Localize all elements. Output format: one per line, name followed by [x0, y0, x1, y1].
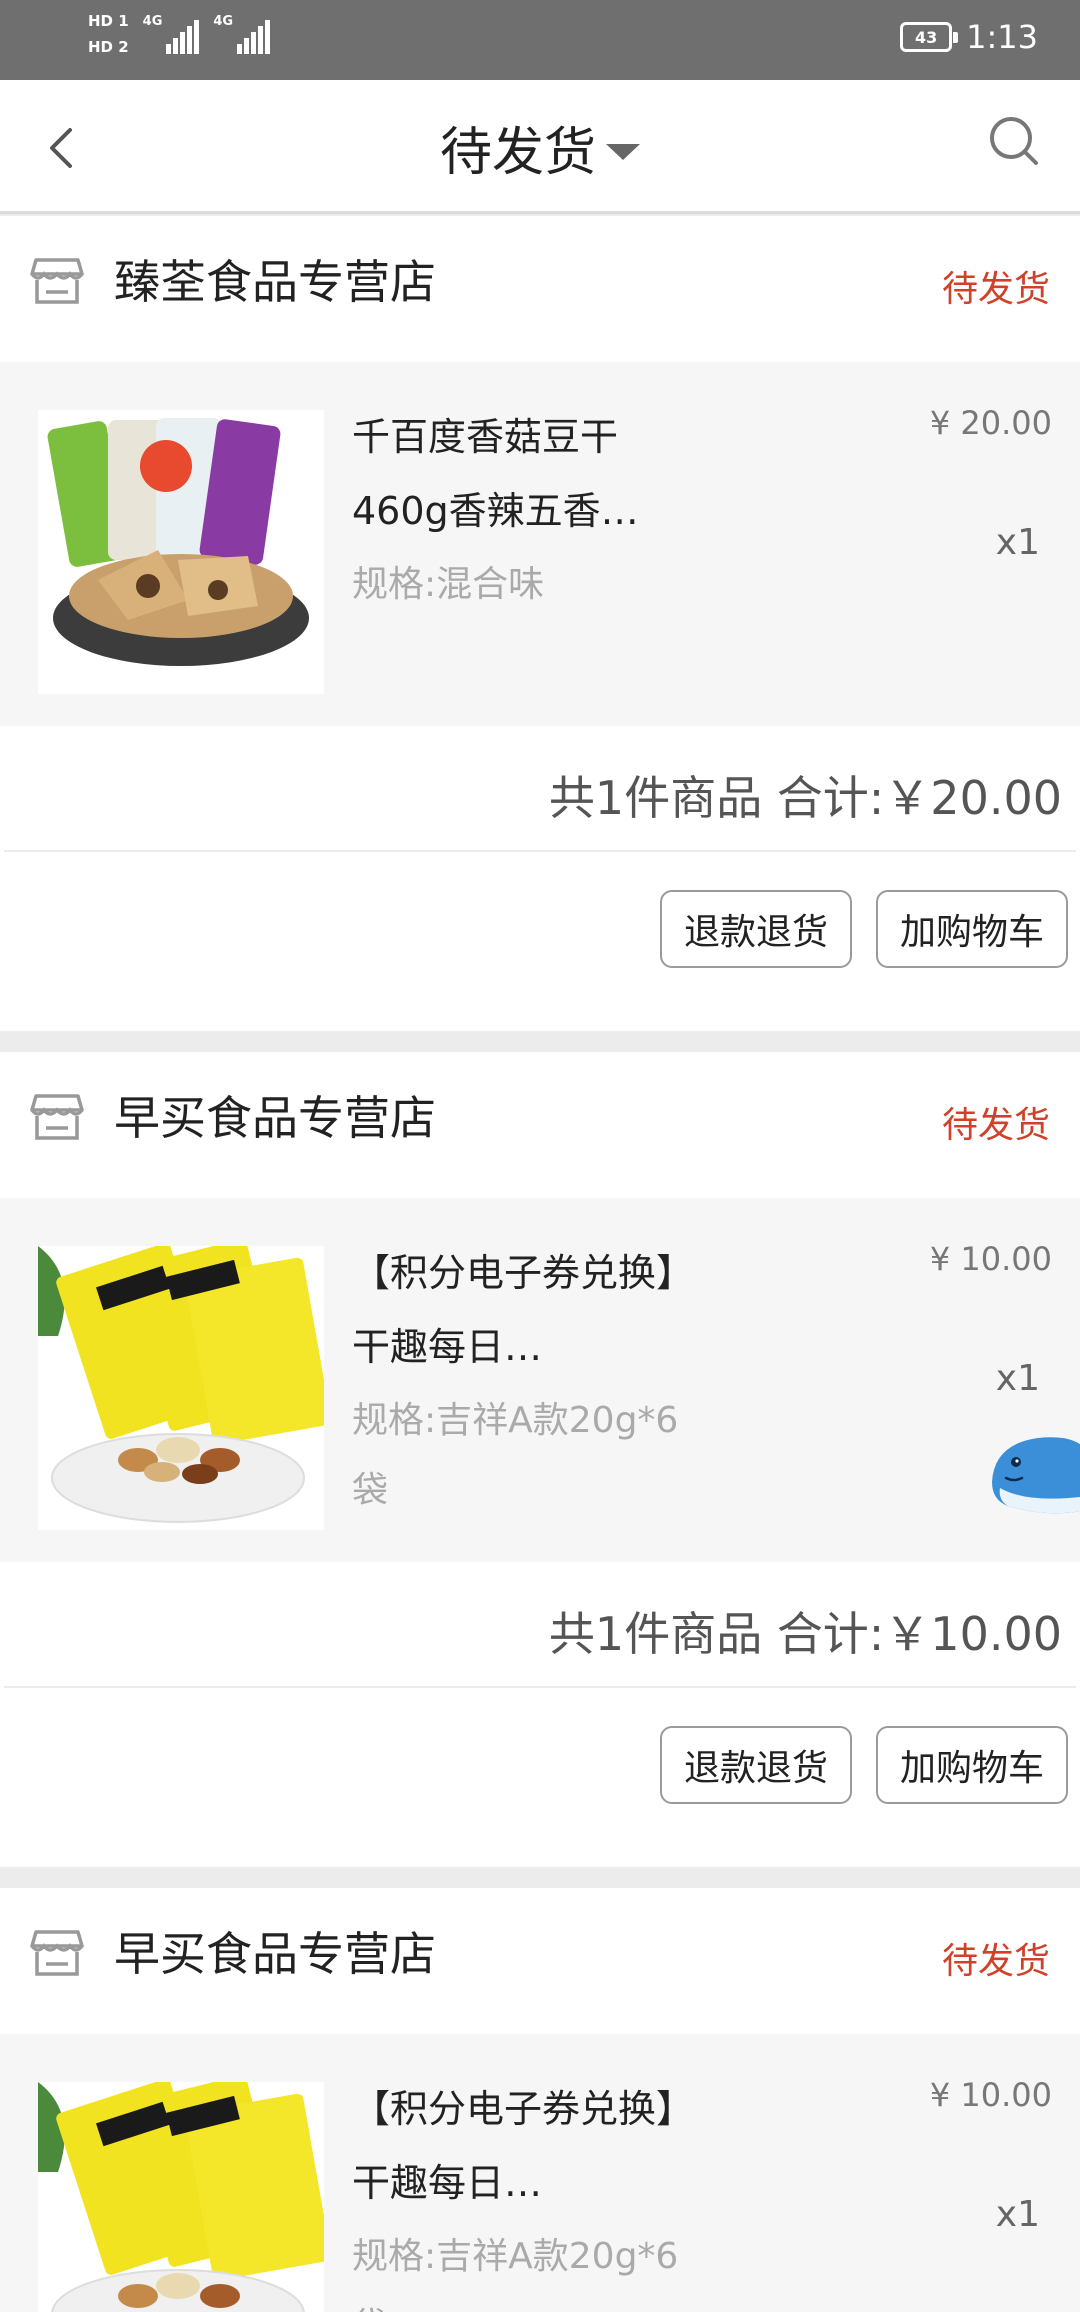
- refund-button[interactable]: 退款退货: [660, 1726, 852, 1804]
- sim-labels: HD 1 HD 2: [88, 10, 129, 58]
- order-status: 待发货: [941, 1105, 1050, 1146]
- network-type: 4G: [142, 14, 163, 29]
- product-image: [38, 1246, 324, 1530]
- whale-icon: [992, 1437, 1080, 1514]
- order-actions: 退款退货 加购物车: [4, 854, 1076, 978]
- floating-assistant-button[interactable]: [988, 1422, 1080, 1516]
- shop-name: 早买食品专营店: [114, 1927, 436, 1981]
- product-spec: 规格:吉祥A款20g*6袋: [352, 2236, 679, 2312]
- product-image: [38, 410, 324, 694]
- signal-area: HD 1 HD 2 4G 4G: [88, 10, 271, 58]
- search-icon: [990, 117, 1038, 165]
- sim1-label: HD 1: [88, 12, 129, 30]
- product-image: [38, 2082, 324, 2312]
- search-button[interactable]: [984, 112, 1044, 172]
- clock: 1:13: [966, 18, 1038, 56]
- product-price: ¥ 10.00: [929, 1240, 1052, 1278]
- store-icon: [30, 1930, 84, 1976]
- order-total-row: 共1件商品 合计:￥20.00: [4, 726, 1076, 852]
- store-icon: [30, 258, 84, 304]
- shop-row[interactable]: 臻荃食品专营店 待发货: [0, 216, 1080, 362]
- shop-name: 早买食品专营店: [114, 1091, 436, 1145]
- order-total: 共1件商品 合计:￥10.00: [548, 1607, 1062, 1661]
- product-spec: 规格:混合味: [352, 564, 545, 605]
- signal-icon-2: 4G: [213, 14, 271, 54]
- order-item[interactable]: 【积分电子券兑换】干趣每日… 规格:吉祥A款20g*6袋 ¥ 10.00 x1: [0, 1198, 1080, 1562]
- order-total-row: 共1件商品 合计:￥10.00: [4, 1562, 1076, 1688]
- signal-icon: 4G: [143, 14, 200, 54]
- product-title: 【积分电子券兑换】干趣每日…: [352, 1251, 676, 1369]
- shop-name: 臻荃食品专营店: [114, 255, 436, 309]
- battery-level: 43: [915, 27, 938, 47]
- shop-row[interactable]: 早买食品专营店 待发货: [0, 1052, 1080, 1198]
- network-type-2: 4G: [213, 14, 234, 29]
- refund-button[interactable]: 退款退货: [660, 890, 852, 968]
- product-spec: 规格:吉祥A款20g*6袋: [352, 1400, 679, 1511]
- product-price: ¥ 20.00: [929, 404, 1052, 442]
- order-actions: 退款退货 加购物车: [4, 1690, 1076, 1814]
- page-title: 待发货: [439, 123, 596, 183]
- add-to-cart-button[interactable]: 加购物车: [876, 1726, 1068, 1804]
- order-status: 待发货: [941, 1941, 1050, 1982]
- product-quantity: x1: [995, 1358, 1040, 1399]
- sim2-label: HD 2: [88, 38, 129, 56]
- order-total: 共1件商品 合计:￥20.00: [548, 771, 1062, 825]
- app-header: 待发货: [0, 80, 1080, 214]
- order-card: 早买食品专营店 待发货 【积分电子券兑换】干趣每日… 规格:吉祥A款20g*6袋: [0, 1052, 1080, 1867]
- status-bar: HD 1 HD 2 4G 4G 43 1:13: [0, 0, 1080, 80]
- add-to-cart-button[interactable]: 加购物车: [876, 890, 1068, 968]
- order-status: 待发货: [941, 269, 1050, 310]
- order-card: 早买食品专营店 待发货 【积分电子券兑换】干趣每日… 规格:吉祥A款20g*6袋…: [0, 1888, 1080, 2312]
- caret-down-icon: [606, 143, 640, 160]
- shop-row[interactable]: 早买食品专营店 待发货: [0, 1888, 1080, 2034]
- product-title: 【积分电子券兑换】干趣每日…: [352, 2087, 676, 2205]
- product-title: 千百度香菇豆干460g香辣五香…: [352, 415, 639, 533]
- order-item[interactable]: 【积分电子券兑换】干趣每日… 规格:吉祥A款20g*6袋 ¥ 10.00 x1: [0, 2034, 1080, 2312]
- order-card: 臻荃食品专营店 待发货 千百度香菇豆干460g香辣五香… 规格:混合味 ¥ 20…: [0, 216, 1080, 1031]
- order-status-dropdown[interactable]: 待发货: [0, 110, 1080, 185]
- status-right: 43 1:13: [900, 18, 1038, 56]
- order-item[interactable]: 千百度香菇豆干460g香辣五香… 规格:混合味 ¥ 20.00 x1: [0, 362, 1080, 726]
- product-price: ¥ 10.00: [929, 2076, 1052, 2114]
- product-quantity: x1: [995, 522, 1040, 563]
- battery-icon: 43: [900, 22, 959, 52]
- store-icon: [30, 1094, 84, 1140]
- product-quantity: x1: [995, 2194, 1040, 2235]
